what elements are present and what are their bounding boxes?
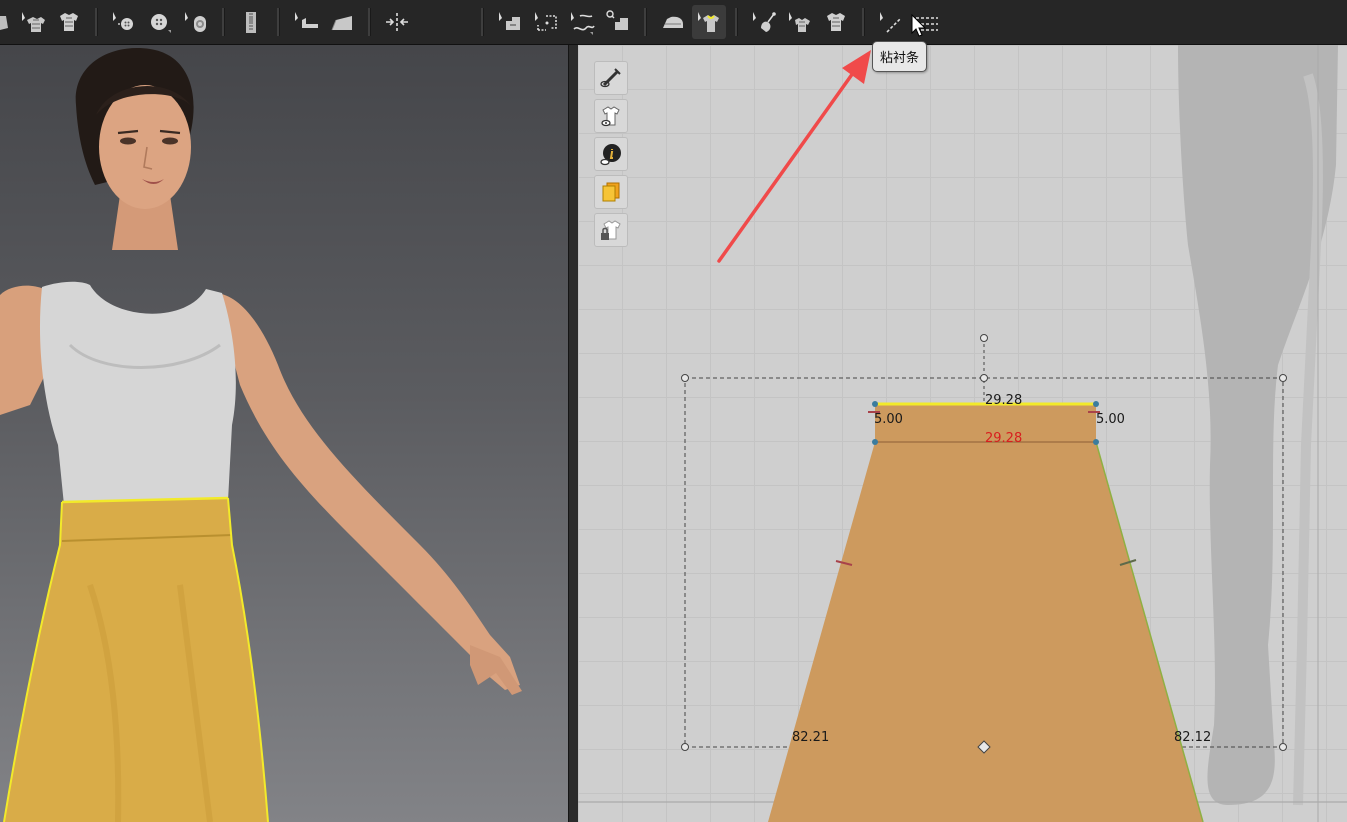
segment-sewing-icon[interactable]: [529, 5, 563, 39]
toolbar-separator: [644, 8, 647, 36]
2d-pattern-window[interactable]: 29.28 29.28 5.00 5.00 82.21 82.12: [578, 45, 1347, 822]
iron-icon[interactable]: [656, 5, 690, 39]
measure-inner-width: 29.28: [985, 431, 1023, 446]
measure-right-side: 82.12: [1174, 730, 1212, 745]
multi-sewing-icon[interactable]: [601, 5, 635, 39]
toolbar-group-2: [106, 0, 214, 44]
avatar-top: [39, 281, 236, 505]
texture-icon[interactable]: [594, 175, 628, 209]
avatar-face: [99, 85, 191, 209]
toolbar-separator: [95, 8, 98, 36]
fusible-tape-icon[interactable]: [692, 5, 726, 39]
toolbar-group-7: [655, 0, 727, 44]
avatar-scene: [0, 48, 522, 822]
info-icon[interactable]: [594, 137, 628, 171]
avatar-right-arm: [216, 293, 520, 690]
app-window: 粘衬条 29.28 29.28 5.00 5.00 82.21 82.12: [0, 0, 1347, 822]
skirt-pattern-piece: [768, 404, 1203, 822]
button-icon[interactable]: [143, 5, 177, 39]
measure-top-width: 29.28: [985, 393, 1023, 408]
toolbar-group-6: [492, 0, 636, 44]
fusible-tape-tooltip: 粘衬条: [872, 41, 928, 72]
toolbar-group-1: [0, 0, 87, 44]
select-pin-icon[interactable]: [747, 5, 781, 39]
toolbar-group-4: [288, 0, 360, 44]
zipper-icon[interactable]: [234, 5, 268, 39]
tack-icon[interactable]: [380, 5, 414, 39]
toolbar-separator: [481, 8, 484, 36]
show-stitch-icon[interactable]: [594, 61, 628, 95]
3d-viewport[interactable]: [0, 45, 568, 822]
toolbar-group-9: [873, 0, 945, 44]
show-garment-icon[interactable]: [594, 99, 628, 133]
sewing-tool-icon[interactable]: [0, 5, 14, 39]
toolbar-group-8: [746, 0, 854, 44]
avatar-skirt: [4, 498, 268, 822]
pattern-canvas: [578, 45, 1347, 822]
free-sewing-icon[interactable]: [565, 5, 599, 39]
toolbar-separator: [862, 8, 865, 36]
select-button-icon[interactable]: [107, 5, 141, 39]
toolbar-group-5: [379, 0, 415, 44]
buttonhole-icon[interactable]: [179, 5, 213, 39]
measure-right-height: 5.00: [1096, 412, 1125, 427]
garment-icon[interactable]: [52, 5, 86, 39]
2d-view-toolbar: [594, 61, 628, 247]
toolbar-group-3: [233, 0, 269, 44]
main-toolbar: [0, 0, 1347, 45]
fold-icon[interactable]: [325, 5, 359, 39]
mouse-cursor-icon: [911, 14, 927, 37]
toolbar-separator: [277, 8, 280, 36]
select-garment-icon[interactable]: [16, 5, 50, 39]
line-tool-icon[interactable]: [874, 5, 908, 39]
toolbar-separator: [735, 8, 738, 36]
pin-garment-icon[interactable]: [783, 5, 817, 39]
lock-garment-icon[interactable]: [594, 213, 628, 247]
edit-sewing-icon[interactable]: [493, 5, 527, 39]
toolbar-separator: [222, 8, 225, 36]
measure-left-side: 82.21: [792, 730, 830, 745]
measure-left-height: 5.00: [874, 412, 903, 427]
select-pleat-icon[interactable]: [289, 5, 323, 39]
toolbar-separator: [368, 8, 371, 36]
garment-alt-icon[interactable]: [819, 5, 853, 39]
